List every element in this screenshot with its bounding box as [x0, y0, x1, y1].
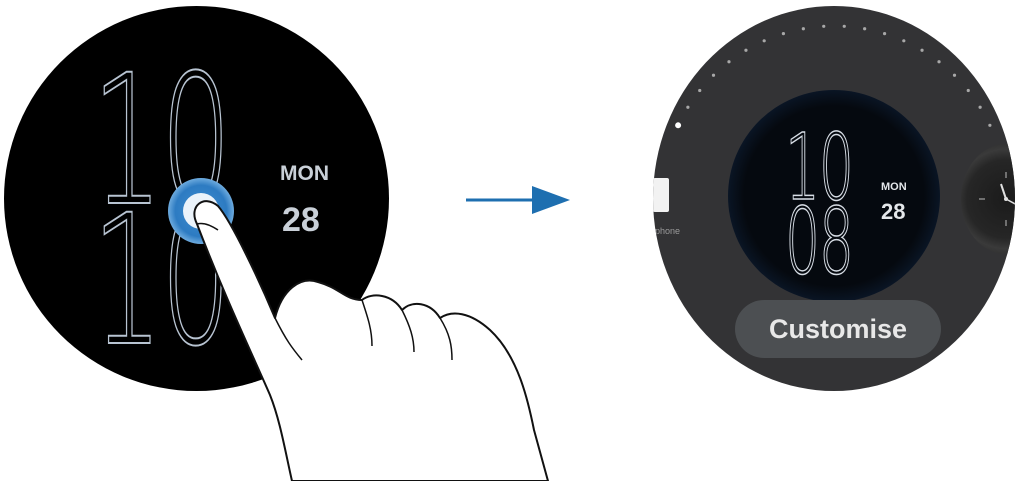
page-dot [842, 24, 846, 28]
page-dot [882, 32, 887, 36]
page-dot [863, 27, 867, 31]
page-dot [762, 39, 766, 43]
page-dot [801, 27, 805, 31]
page-dot [686, 105, 690, 109]
phone-card[interactable] [653, 178, 669, 212]
page-dot [744, 48, 748, 52]
arrow-right-icon [466, 186, 570, 214]
touch-indicator-center [183, 193, 219, 229]
next-watch-face-preview[interactable] [961, 144, 1015, 254]
day-label: MON [280, 162, 329, 185]
page-dot [675, 122, 682, 129]
page-dot [920, 48, 924, 52]
preview-day: MON [881, 181, 907, 193]
watch-screen-right: phone 10 08 MON 28 Customise [653, 6, 1015, 391]
page-dot [711, 73, 716, 77]
preview-date: 28 [881, 199, 906, 224]
page-dot [952, 73, 957, 77]
page-dot [937, 60, 941, 64]
page-dot [781, 32, 786, 36]
page-dot [698, 88, 702, 93]
date-label: 28 [282, 201, 320, 239]
customise-button[interactable]: Customise [735, 300, 941, 358]
phone-card-label: phone [655, 226, 681, 236]
page-dot [966, 88, 970, 93]
page-dot [822, 24, 826, 28]
watch-face-selector: phone 10 08 MON 28 Customise [653, 6, 1015, 391]
preview-minute: 08 [785, 188, 855, 295]
page-dot [902, 39, 906, 43]
page-dot [727, 60, 731, 64]
analog-clock-icon [979, 172, 1015, 226]
page-dot [978, 105, 982, 109]
page-dot [988, 123, 992, 127]
